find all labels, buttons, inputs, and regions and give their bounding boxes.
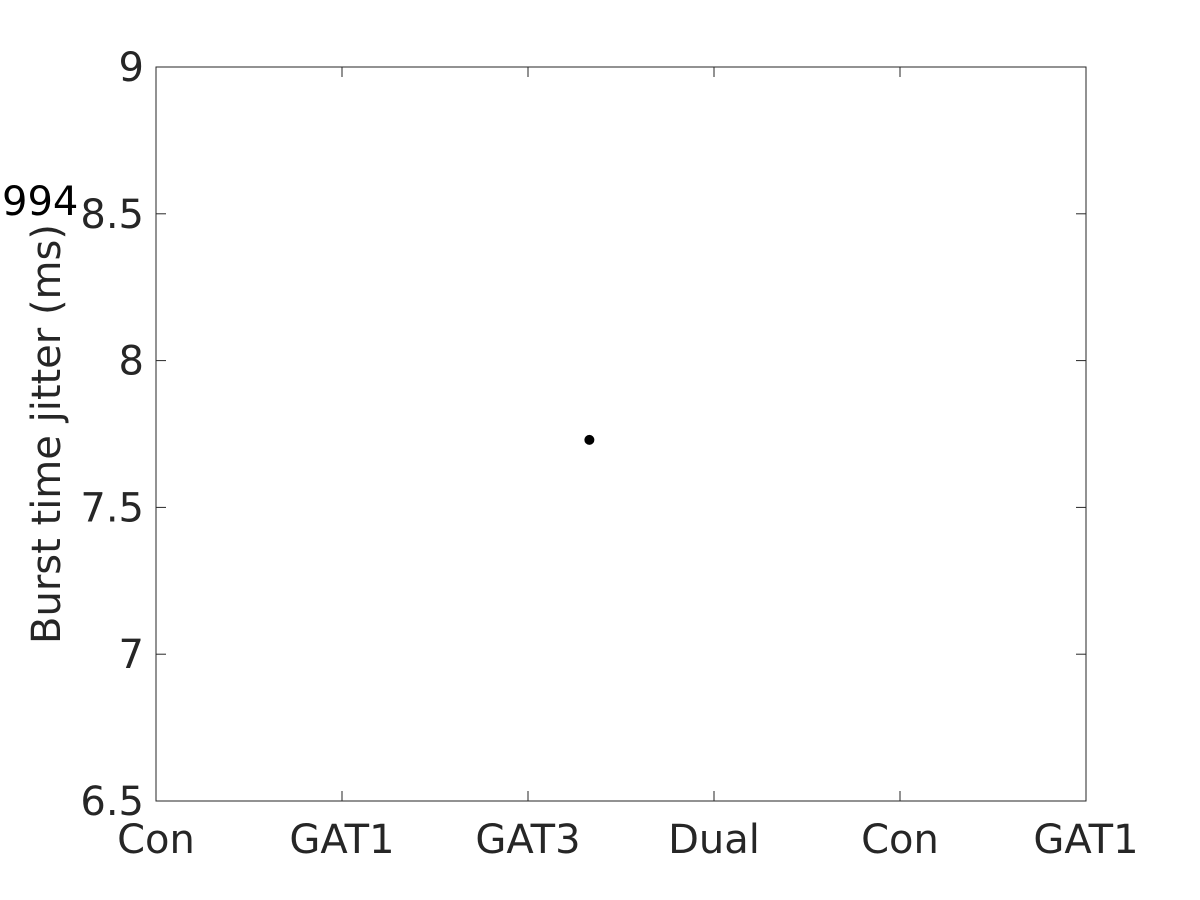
plot-area — [155, 66, 1087, 802]
y-tick-label: 7.5 — [80, 485, 144, 531]
y-tick-label: 9 — [119, 45, 144, 91]
y-tick-label: 7 — [119, 632, 144, 678]
data-point — [584, 434, 595, 445]
x-tick-label: GAT1 — [1033, 817, 1138, 863]
y-tick-label: 6.5 — [80, 779, 144, 825]
x-tick-label: Con — [861, 817, 939, 863]
y-axis-label: Burst time jitter (ms) — [24, 224, 70, 644]
x-axis-tick-labels: Con GAT1 GAT3 Dual Con GAT1 — [117, 817, 1138, 863]
y-axis-tick-labels: 6.5 7 7.5 8 8.5 9 — [80, 45, 144, 825]
y-tick-label: 8 — [119, 339, 144, 385]
x-tick-label: GAT3 — [475, 817, 580, 863]
y-tick-label: 8.5 — [80, 192, 144, 238]
x-tick-label: Dual — [668, 817, 760, 863]
x-tick-label: GAT1 — [289, 817, 394, 863]
data-points — [584, 434, 595, 445]
scatter-chart: Con GAT1 GAT3 Dual Con GAT1 6.577.588.59 Burs… — [2, 45, 1139, 863]
annotation-text: 994 — [2, 179, 78, 225]
